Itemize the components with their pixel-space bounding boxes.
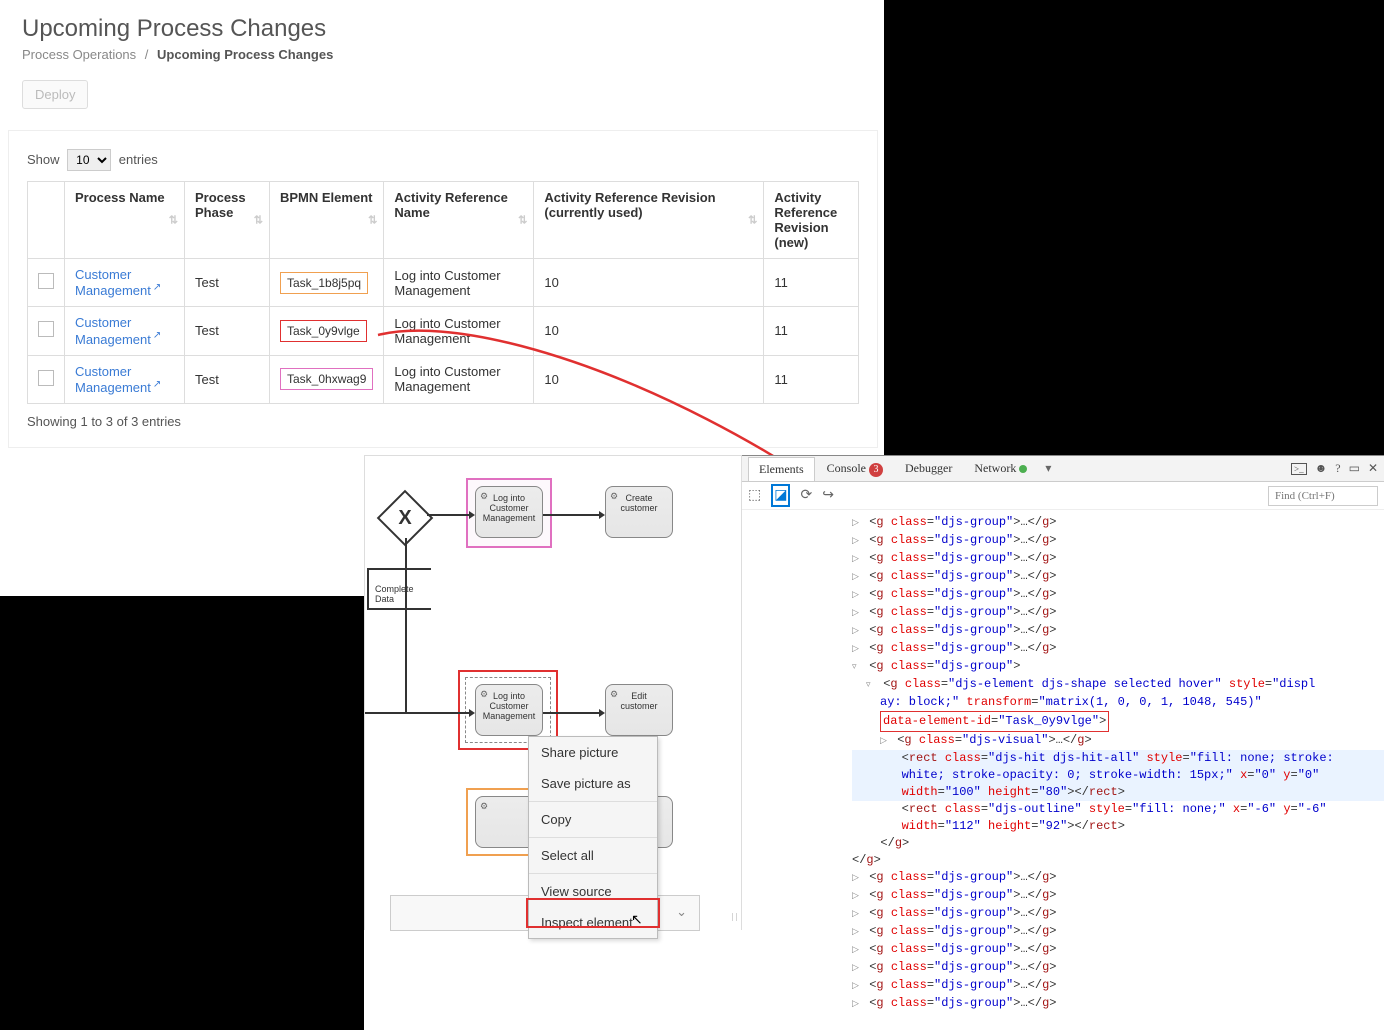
select-element-icon[interactable]: ⬚ xyxy=(748,487,761,504)
entries-label: entries xyxy=(119,152,158,167)
col-rev-current[interactable]: Activity Reference Revision (currently u… xyxy=(534,182,764,259)
bpmn-annotation: Complete Data xyxy=(367,568,431,610)
help-icon[interactable]: ? xyxy=(1335,461,1340,476)
bpmn-flow xyxy=(543,514,603,516)
devtools-tabs: Elements Console3 Debugger Network ▾ >_ … xyxy=(742,456,1384,482)
col-process-phase[interactable]: Process Phase⇅ xyxy=(185,182,270,259)
bpmn-flow xyxy=(543,712,603,714)
col-bpmn-element[interactable]: BPMN Element⇅ xyxy=(270,182,384,259)
cell-phase: Test xyxy=(185,307,270,355)
breadcrumb-root[interactable]: Process Operations xyxy=(22,47,136,62)
bpmn-task-edit[interactable]: ⚙Edit customer xyxy=(605,684,673,736)
ctx-viewsource[interactable]: View source xyxy=(529,876,657,907)
mask-top-right xyxy=(884,0,1384,455)
col-checkbox xyxy=(28,182,65,259)
row-checkbox[interactable] xyxy=(38,273,54,289)
dom-tree[interactable]: ▷ <g class="djs-group">…</g>▷ <g class="… xyxy=(742,510,1384,1017)
cell-rev-current: 10 xyxy=(534,355,764,403)
devtools-panel: Elements Console3 Debugger Network ▾ >_ … xyxy=(742,455,1384,1031)
overflow-icon[interactable]: ▾ xyxy=(1045,461,1051,476)
external-link-icon: ↗ xyxy=(153,330,161,341)
row-checkbox[interactable] xyxy=(38,321,54,337)
mask-bottom-left xyxy=(0,596,364,1030)
cell-activity: Log into Customer Management xyxy=(384,259,534,307)
cell-activity: Log into Customer Management xyxy=(384,307,534,355)
gear-icon: ⚙ xyxy=(480,801,488,812)
cursor-icon: ↖ xyxy=(631,911,643,928)
datatable-info: Showing 1 to 3 of 3 entries xyxy=(27,414,859,429)
refresh-icon[interactable]: ⟳ xyxy=(800,487,812,504)
cell-rev-new: 11 xyxy=(764,307,859,355)
page-title: Upcoming Process Changes xyxy=(22,15,858,43)
external-link-icon: ↗ xyxy=(153,282,161,293)
gear-icon: ⚙ xyxy=(480,689,488,700)
process-link[interactable]: Customer Management↗ xyxy=(75,315,161,346)
cell-rev-current: 10 xyxy=(534,307,764,355)
table-row: Customer Management↗ Test Task_0hxwag9 Log … xyxy=(28,355,859,403)
bpmn-element-tag[interactable]: Task_0y9vlge xyxy=(280,320,367,342)
step-icon[interactable]: ↪ xyxy=(822,487,834,504)
page-size-select[interactable]: 10 xyxy=(67,149,111,171)
devtools-find-input[interactable] xyxy=(1268,486,1378,506)
cell-rev-current: 10 xyxy=(534,259,764,307)
bpmn-element-tag[interactable]: Task_1b8j5pq xyxy=(280,272,368,294)
network-record-icon xyxy=(1019,465,1027,473)
cell-phase: Test xyxy=(185,355,270,403)
close-devtools-icon[interactable]: ✕ xyxy=(1368,461,1378,476)
feedback-icon[interactable]: ☻ xyxy=(1315,461,1328,476)
bpmn-task-create[interactable]: ⚙Create customer xyxy=(605,486,673,538)
ctx-saveas[interactable]: Save picture as xyxy=(529,768,657,799)
ctx-copy[interactable]: Copy xyxy=(529,804,657,835)
show-label: Show xyxy=(27,152,60,167)
col-rev-new[interactable]: Activity Reference Revision (new) xyxy=(764,182,859,259)
datatable-panel: Show 10 entries Process Name⇅ Process Ph… xyxy=(8,130,878,448)
external-link-icon: ↗ xyxy=(153,379,161,390)
col-process-name[interactable]: Process Name⇅ xyxy=(65,182,185,259)
bpmn-flow xyxy=(365,712,473,714)
context-menu: Share picture Save picture as Copy Selec… xyxy=(528,736,658,939)
table-row: Customer Management↗ Test Task_1b8j5pq Log … xyxy=(28,259,859,307)
process-link[interactable]: Customer Management↗ xyxy=(75,364,161,395)
tab-network[interactable]: Network xyxy=(964,457,1037,480)
ctx-selectall[interactable]: Select all xyxy=(529,840,657,871)
datatable-length: Show 10 entries xyxy=(27,149,859,171)
breadcrumb: Process Operations / Upcoming Process Ch… xyxy=(22,47,858,62)
row-checkbox[interactable] xyxy=(38,370,54,386)
deploy-button[interactable]: Deploy xyxy=(22,80,88,109)
console-toggle-icon[interactable]: >_ xyxy=(1291,463,1307,475)
gear-icon: ⚙ xyxy=(610,689,618,700)
bpmn-flow xyxy=(405,538,407,712)
tab-console[interactable]: Console3 xyxy=(817,457,893,481)
cell-activity: Log into Customer Management xyxy=(384,355,534,403)
tab-debugger[interactable]: Debugger xyxy=(895,457,962,480)
changes-table: Process Name⇅ Process Phase⇅ BPMN Elemen… xyxy=(27,181,859,404)
breadcrumb-sep: / xyxy=(145,47,149,62)
bpmn-flow xyxy=(427,514,473,516)
tab-elements[interactable]: Elements xyxy=(748,457,815,481)
bpmn-task-login-2[interactable]: ⚙Log into Customer Management xyxy=(475,684,543,736)
cell-phase: Test xyxy=(185,259,270,307)
gear-icon: ⚙ xyxy=(480,491,488,502)
table-row: Customer Management↗ Test Task_0y9vlge Log … xyxy=(28,307,859,355)
gear-icon: ⚙ xyxy=(610,491,618,502)
devtools-toolbar: ⬚ ◪ ⟳ ↪ xyxy=(742,482,1384,510)
devtools-rightbar: >_ ☻ ? ▭ ✕ xyxy=(1291,461,1378,476)
page-header: Upcoming Process Changes Process Operati… xyxy=(0,0,880,124)
cell-rev-new: 11 xyxy=(764,259,859,307)
highlight-icon[interactable]: ◪ xyxy=(771,484,790,507)
breadcrumb-current: Upcoming Process Changes xyxy=(157,47,333,62)
bpmn-element-tag[interactable]: Task_0hxwag9 xyxy=(280,368,373,390)
bpmn-task-login-1[interactable]: ⚙Log into Customer Management xyxy=(475,486,543,538)
chevron-down-icon[interactable]: ⌄ xyxy=(676,904,687,920)
cell-rev-new: 11 xyxy=(764,355,859,403)
resize-handle[interactable] xyxy=(732,911,736,923)
col-activity-name[interactable]: Activity Reference Name⇅ xyxy=(384,182,534,259)
ctx-share[interactable]: Share picture xyxy=(529,737,657,768)
process-link[interactable]: Customer Management↗ xyxy=(75,267,161,298)
dock-icon[interactable]: ▭ xyxy=(1349,461,1360,476)
error-badge: 3 xyxy=(869,463,883,477)
